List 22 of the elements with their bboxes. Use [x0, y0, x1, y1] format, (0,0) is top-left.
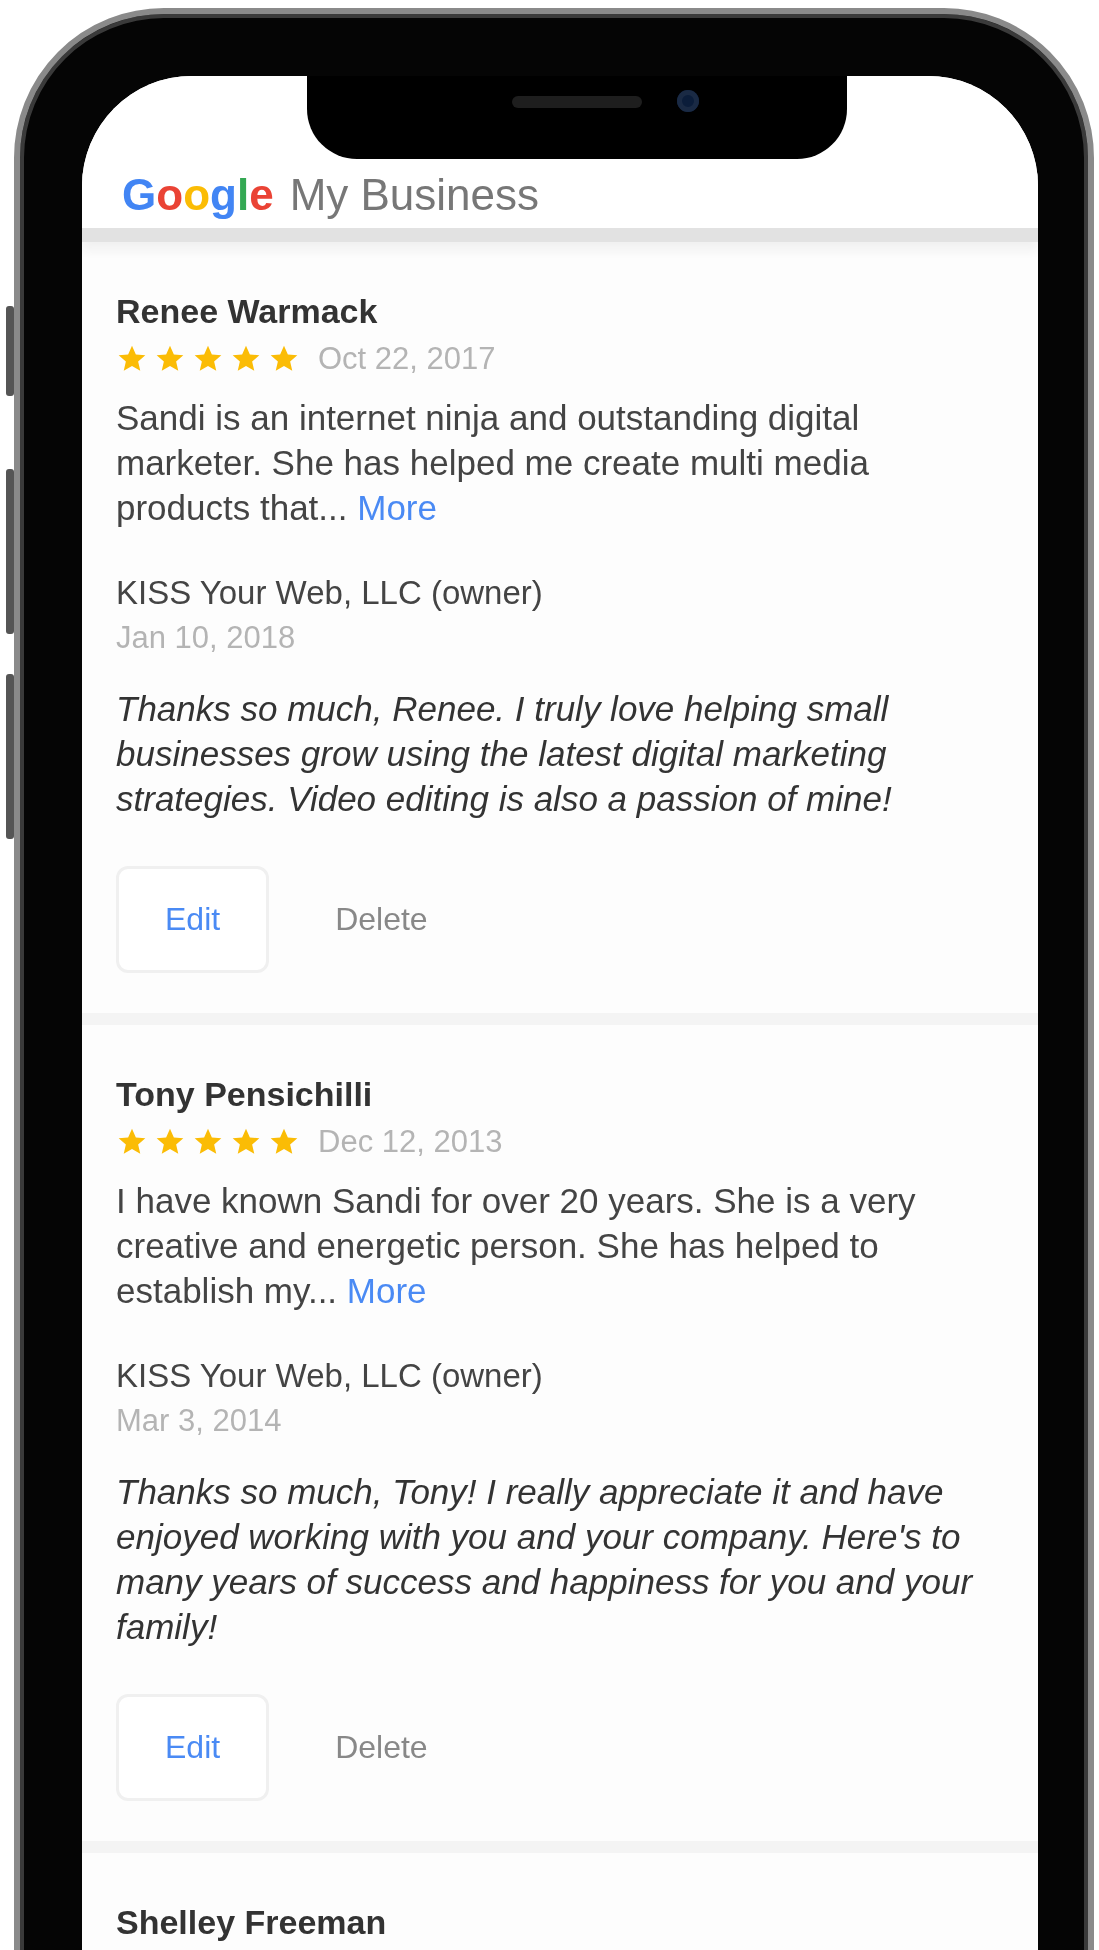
reply-text: Thanks so much, Renee. I truly love helping small businesses grow using the latest digital marketing strategies. Video editing is also a passion of mine! — [116, 688, 893, 820]
more-link[interactable]: More — [357, 488, 437, 527]
review-date: Oct 22, 2017 — [318, 341, 496, 377]
reviewer-name: Tony Pensichilli — [116, 1075, 374, 1114]
reviewer-name: Renee Warmack — [116, 292, 379, 331]
owner-name: KISS Your Web, LLC (owner) — [116, 574, 544, 612]
reviewer-name: Shelley Freeman — [116, 1903, 388, 1942]
logo: Google — [122, 170, 274, 221]
edit-button[interactable]: Edit — [116, 1694, 270, 1801]
camera-lens — [677, 90, 699, 112]
delete-button[interactable]: Delete — [289, 866, 474, 973]
reply-date: Mar 3, 2014 — [116, 1403, 283, 1439]
delete-button[interactable]: Delete — [289, 1694, 474, 1801]
app-title: My Business — [289, 170, 540, 221]
review-date: Dec 12, 2013 — [318, 1124, 503, 1160]
more-link[interactable]: More — [346, 1271, 427, 1310]
edit-button[interactable]: Edit — [116, 866, 270, 973]
reply-text: Thanks so much, Tony! I really appreciate it and have enjoyed working with you and your company. Here's to many years of success and happiness for you and your family! — [116, 1471, 975, 1648]
owner-name: KISS Your Web, LLC (owner) — [116, 1357, 544, 1395]
review-text: Sandi is an internet ninja and outstanding digital marketer. She has helped me create multi media products that... More — [116, 397, 870, 529]
reply-date: Jan 10, 2018 — [116, 620, 297, 656]
review-text: I have known Sandi for over 20 years. She is a very creative and energetic person. She has helped to establish my... More — [116, 1180, 917, 1312]
